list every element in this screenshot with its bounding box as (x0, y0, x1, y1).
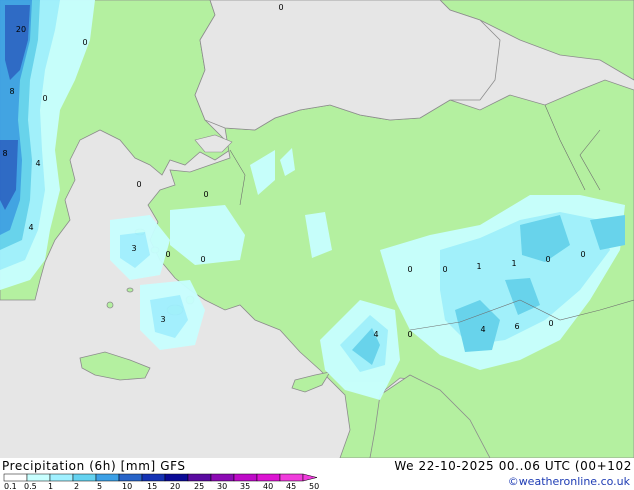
legend-label: 25 (194, 482, 204, 490)
legend-swatch (26, 473, 51, 482)
legend-swatch (49, 473, 74, 482)
precip-value: 0 (580, 250, 585, 259)
legend-swatch (279, 473, 304, 482)
precip-value: 8 (2, 149, 7, 158)
legend-arrow (302, 473, 318, 482)
precip-value: 0 (200, 255, 205, 264)
legend-swatch (256, 473, 281, 482)
legend-swatch (3, 473, 28, 482)
precip-value: 4 (28, 223, 33, 232)
legend-label: 2 (74, 482, 79, 490)
precip-value: 1 (476, 262, 481, 271)
legend-swatch (233, 473, 258, 482)
map-title: Precipitation (6h) [mm] GFS (2, 459, 186, 473)
precip-value: 0 (548, 319, 553, 328)
precip-value: 0 (278, 3, 283, 12)
legend-swatch (95, 473, 120, 482)
valid-time: We 22-10-2025 00..06 UTC (00+102 (394, 459, 632, 473)
legend-label: 35 (240, 482, 250, 490)
legend-label: 0.1 (4, 482, 17, 490)
precip-value: 0 (82, 38, 87, 47)
precip-value: 6 (514, 322, 519, 331)
color-legend: 0.1 0.5 1 2 5 10 15 20 25 30 35 40 45 50 (3, 473, 319, 490)
legend-label: 0.5 (24, 482, 37, 490)
legend-swatch (187, 473, 212, 482)
precip-value: 0 (407, 330, 412, 339)
precipitation-map: 0 0 0 0 0 0 0 0 0 0 0 0 0 1 1 3 3 4 4 4 4 6 8 8 20 (0, 0, 634, 458)
legend-label: 50 (309, 482, 319, 490)
land-island-6 (106, 301, 114, 309)
legend-swatch (164, 473, 189, 482)
legend-label: 15 (147, 482, 157, 490)
precip-value: 0 (203, 190, 208, 199)
legend-labels: 0.1 0.5 1 2 5 10 15 20 25 30 35 40 45 50 (4, 482, 319, 490)
legend-label: 5 (97, 482, 102, 490)
legend-swatch (210, 473, 235, 482)
legend-swatches (3, 473, 318, 482)
precip-value: 0 (407, 265, 412, 274)
precip-value: 0 (42, 94, 47, 103)
legend-bar: Precipitation (6h) [mm] GFS We 22-10-202… (0, 458, 634, 490)
precip-value: 0 (442, 265, 447, 274)
precip-value: 8 (9, 87, 14, 96)
credit-link[interactable]: ©weatheronline.co.uk (508, 475, 630, 488)
precip-value: 4 (35, 159, 40, 168)
precip-value: 0 (136, 180, 141, 189)
precip-value: 20 (16, 25, 26, 34)
legend-label: 1 (48, 482, 53, 490)
legend-swatch (141, 473, 166, 482)
precip-value: 0 (545, 255, 550, 264)
precip-value: 3 (160, 315, 165, 324)
legend-label: 20 (170, 482, 180, 490)
precip-value: 4 (373, 330, 378, 339)
legend-label: 10 (122, 482, 132, 490)
precip-value: 1 (511, 259, 516, 268)
legend-swatch (118, 473, 143, 482)
legend-label: 40 (263, 482, 273, 490)
legend-label: 30 (217, 482, 227, 490)
precip-value: 3 (131, 244, 136, 253)
precip-value: 0 (165, 250, 170, 259)
land-island-5 (126, 287, 134, 293)
legend-swatch (72, 473, 97, 482)
legend-label: 45 (286, 482, 296, 490)
precip-value: 4 (480, 325, 485, 334)
